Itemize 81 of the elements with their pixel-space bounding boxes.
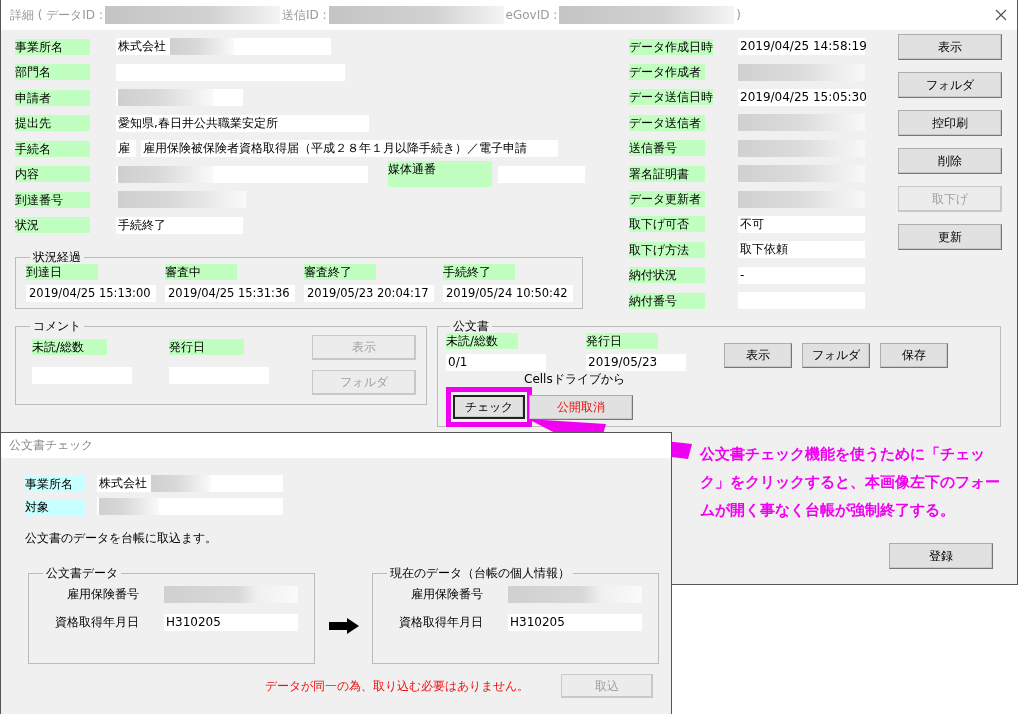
text-field[interactable]: 2019/04/25 15:13:00 — [26, 285, 156, 302]
field-label: 手続名 — [15, 140, 90, 157]
button[interactable]: フォルダ — [802, 343, 870, 369]
group-title: 現在のデータ（台帳の個人情報） — [389, 566, 571, 580]
group-title: 公文書データ — [45, 566, 119, 580]
field-label: 発行日 — [586, 333, 658, 350]
field-label: 審査終了 — [304, 264, 376, 280]
field-label: 審査中 — [165, 264, 237, 280]
text-field[interactable]: 0/1 — [446, 354, 546, 372]
field-label: 部門名 — [15, 64, 90, 81]
field-label: 媒体通番 — [387, 161, 492, 188]
field-label: データ作成日時 — [629, 38, 713, 55]
note-text: Cellsドライブから — [524, 371, 626, 388]
button[interactable]: 控印刷 — [898, 110, 1002, 136]
field-label: 取下げ方法 — [629, 241, 705, 258]
text-field[interactable]: 愛知県,春日井公共職業安定所 — [116, 114, 369, 132]
text-field[interactable]: 株式会社 — [116, 38, 331, 56]
button[interactable]: 更新 — [898, 224, 1002, 250]
field-label: 事業所名 — [25, 475, 85, 492]
field-label: 状況 — [15, 217, 90, 234]
field-label: データ作成者 — [629, 64, 705, 81]
text-field[interactable]: 2019/04/25 15:05:30 — [738, 88, 865, 106]
text-field[interactable] — [97, 498, 283, 515]
field-label: 到達日 — [26, 264, 98, 280]
button[interactable]: チェック — [453, 395, 525, 420]
text-field[interactable]: 2019/04/25 15:31:36 — [165, 285, 295, 302]
group-title: 公文書 — [452, 319, 490, 334]
text-field[interactable]: 雇用保険被保険者資格取得届（平成２８年１月以降手続き）／電子申請 — [141, 140, 558, 158]
text-field[interactable]: 手続終了 — [116, 216, 243, 234]
text-field[interactable]: - — [738, 266, 865, 284]
field-label: 資格取得年月日 — [54, 613, 139, 631]
field-label: 申請者 — [15, 89, 90, 106]
text-field[interactable]: H310205 — [508, 613, 642, 631]
field-label: 納付状況 — [629, 267, 705, 284]
text-field[interactable]: 2019/05/23 — [586, 354, 686, 372]
field-label: データ送信者 — [629, 114, 705, 131]
arrow-icon — [329, 618, 359, 634]
text-field[interactable]: H310205 — [164, 613, 298, 631]
button[interactable]: 表示 — [724, 343, 792, 369]
button[interactable]: 保存 — [880, 343, 948, 369]
close-icon[interactable] — [995, 9, 1007, 21]
window-title: 公文書チェック — [9, 437, 93, 454]
field-label: データ更新者 — [629, 191, 705, 208]
window-title: ) — [736, 8, 742, 22]
group-title: 状況経過 — [32, 250, 82, 264]
field-label: 手続終了 — [443, 264, 515, 280]
text-field[interactable]: 取下依頼 — [738, 241, 865, 259]
text-field[interactable]: 株式会社 — [97, 475, 283, 492]
field-label: 内容 — [15, 166, 90, 183]
window-title: eGovID : — [505, 8, 558, 22]
text-field[interactable]: 2019/05/24 10:50:42 — [443, 285, 573, 302]
field-label: 送信番号 — [629, 140, 705, 157]
text-field[interactable]: 2019/05/23 20:04:17 — [304, 285, 434, 302]
field-label: 未読/総数 — [32, 339, 107, 356]
field-label: 提出先 — [15, 115, 90, 132]
field-label: データ送信日時 — [629, 89, 713, 106]
text-field[interactable]: 不可 — [738, 215, 865, 233]
text-field[interactable] — [116, 165, 368, 183]
text-field[interactable] — [116, 89, 243, 107]
field-label: 到達番号 — [15, 191, 90, 208]
group-title: コメント — [32, 319, 82, 334]
window-title: 送信ID : — [281, 6, 327, 24]
field-label: 署名証明書 — [629, 165, 705, 182]
window-title: 詳細 ( データID : — [10, 6, 103, 24]
warning-text: データが同一の為、取り込む必要はありません。 — [265, 677, 529, 695]
field-label: 事業所名 — [15, 38, 90, 55]
field-label: 雇用保険番号 — [410, 585, 483, 603]
field-label: 未読/総数 — [446, 333, 518, 350]
text-field[interactable]: 雇 — [116, 140, 136, 158]
button[interactable]: 登録 — [889, 543, 993, 570]
field-label: 発行日 — [169, 339, 244, 356]
button[interactable]: フォルダ — [898, 72, 1002, 98]
button[interactable]: 表示 — [898, 34, 1002, 60]
field-label: 資格取得年月日 — [398, 613, 483, 631]
button[interactable]: 削除 — [898, 148, 1002, 174]
field-label: 雇用保険番号 — [66, 585, 139, 603]
field-label: 取下げ可否 — [629, 216, 705, 233]
text-field[interactable]: 2019/04/25 14:58:19 — [738, 38, 865, 56]
field-label: 対象 — [25, 498, 85, 515]
field-label: 納付番号 — [629, 292, 705, 309]
message-text: 公文書のデータを台帳に取込ます。 — [25, 530, 218, 547]
